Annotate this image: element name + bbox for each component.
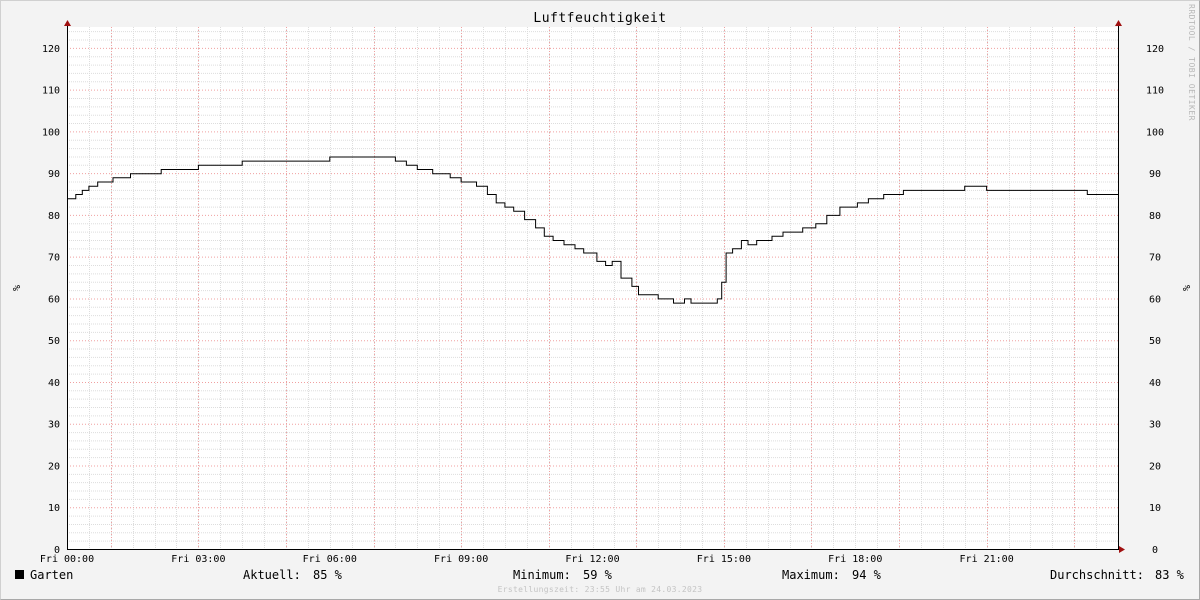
y-tick-label-left: 50 <box>48 336 60 347</box>
y-tick-label-left: 110 <box>42 86 60 97</box>
y-axis-label-left: % <box>10 285 21 291</box>
y-tick-label-left: 30 <box>48 420 60 431</box>
legend-series-name: Garten <box>30 568 74 582</box>
stat-current-value: 85 % <box>313 568 342 582</box>
stat-current-label: Aktuell: <box>243 568 301 582</box>
x-tick-label: Fri 21:00 <box>960 554 1014 565</box>
x-tick-label: Fri 00:00 <box>40 554 94 565</box>
stat-average-value: 83 % <box>1155 568 1184 582</box>
x-tick-label: Fri 03:00 <box>171 554 225 565</box>
y-tick-label-right: 50 <box>1149 336 1161 347</box>
watermark: RRDTOOL / TOBI OETIKER <box>1187 4 1196 121</box>
x-axis-arrow <box>1119 546 1125 553</box>
y-tick-label-left: 40 <box>48 378 60 389</box>
y-tick-label-left: 10 <box>48 503 60 514</box>
x-tick-label: Fri 12:00 <box>565 554 619 565</box>
stat-average-label: Durchschnitt: <box>1050 568 1144 582</box>
stat-maximum-label: Maximum: <box>782 568 840 582</box>
y-tick-label-left: 100 <box>42 127 60 138</box>
y-tick-label-left: 70 <box>48 253 60 264</box>
y-tick-label-right: 10 <box>1149 503 1161 514</box>
y-tick-label-right: 0 <box>1152 545 1158 556</box>
y-tick-label-right: 70 <box>1149 253 1161 264</box>
stat-minimum-label: Minimum: <box>513 568 571 582</box>
creation-time-footer: Erstellungszeit: 23:55 Uhr am 24.03.2023 <box>497 585 703 594</box>
y-tick-label-left: 60 <box>48 294 60 305</box>
y-tick-label-right: 20 <box>1149 461 1161 472</box>
x-tick-label: Fri 09:00 <box>434 554 488 565</box>
y-tick-label-right: 80 <box>1149 211 1161 222</box>
y-tick-label-right: 90 <box>1149 169 1161 180</box>
y-tick-label-right: 100 <box>1146 127 1164 138</box>
y-tick-label-right: 40 <box>1149 378 1161 389</box>
x-tick-label: Fri 15:00 <box>697 554 751 565</box>
y-tick-label-left: 90 <box>48 169 60 180</box>
y-tick-label-left: 20 <box>48 461 60 472</box>
legend-swatch <box>15 570 24 579</box>
y-tick-label-right: 30 <box>1149 420 1161 431</box>
y-tick-label-right: 60 <box>1149 294 1161 305</box>
y-tick-label-right: 120 <box>1146 44 1164 55</box>
x-tick-label: Fri 18:00 <box>828 554 882 565</box>
plot-area <box>67 27 1118 549</box>
y-tick-label-left: 120 <box>42 44 60 55</box>
x-tick-label: Fri 06:00 <box>303 554 357 565</box>
stat-maximum-value: 94 % <box>852 568 881 582</box>
chart-title: Luftfeuchtigkeit <box>533 11 667 26</box>
stat-minimum-value: 59 % <box>583 568 612 582</box>
humidity-chart: 0 010 1020 2030 3040 4050 5060 6070 7080 8090 9010… <box>10 20 1191 565</box>
y-tick-label-left: 80 <box>48 211 60 222</box>
y-axis-label-right: % <box>1180 285 1191 291</box>
y-tick-label-right: 110 <box>1146 86 1164 97</box>
